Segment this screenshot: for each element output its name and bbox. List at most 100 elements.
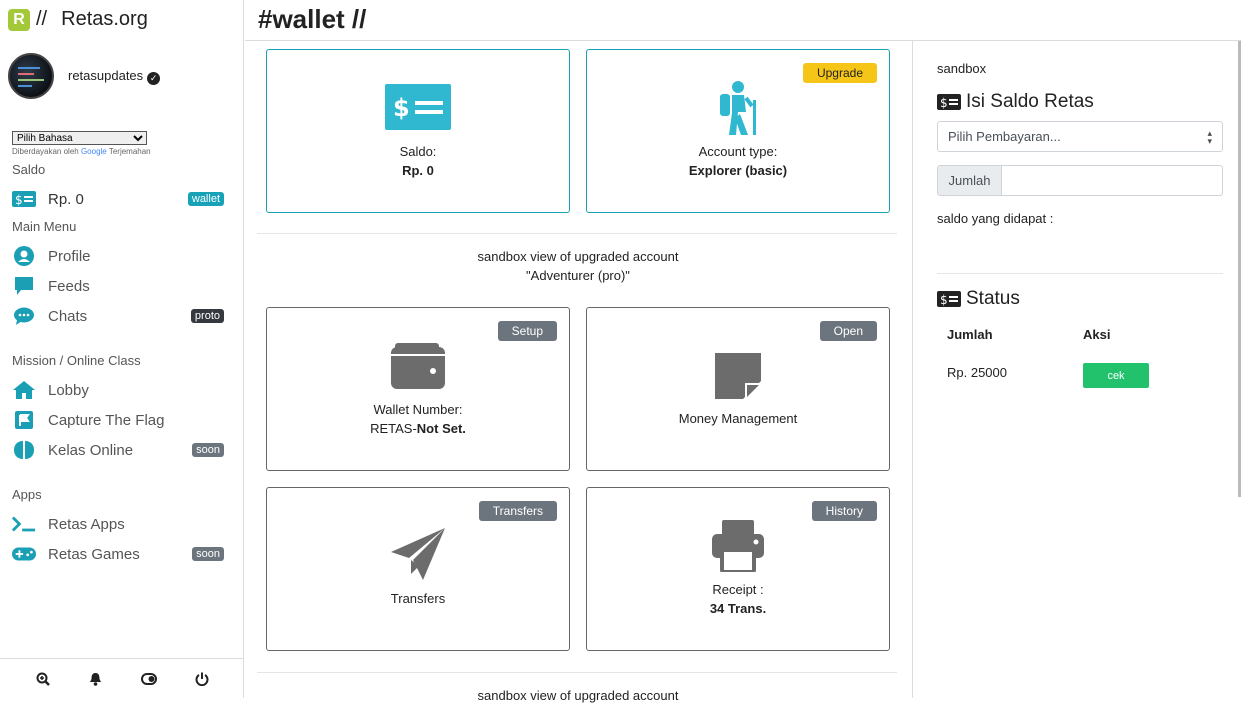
select-arrows-icon: ▴ ▾ xyxy=(1207,128,1212,146)
saldo-heading: Saldo xyxy=(12,162,46,177)
printer-icon xyxy=(712,520,764,576)
verified-check-icon: ✓ xyxy=(147,71,161,85)
payment-method-select[interactable]: Pilih Pembayaran... ▴ ▾ xyxy=(937,121,1223,152)
saldo-card: $ Saldo: Rp. 0 xyxy=(266,49,570,213)
user-profile[interactable]: retasupdates ✓ xyxy=(8,53,161,99)
power-icon[interactable] xyxy=(193,670,211,688)
open-button[interactable]: Open xyxy=(819,321,877,341)
brain-icon xyxy=(12,440,36,460)
hiker-icon xyxy=(716,80,760,140)
account-card: Upgrade Account type: Explorer (basic) xyxy=(586,49,890,213)
language-selector: Pilih Bahasa Diberdayakan oleh Google Te… xyxy=(12,126,151,156)
retas-logo: R xyxy=(8,8,30,31)
proto-badge: proto xyxy=(190,309,224,323)
received-balance-label: saldo yang didapat : xyxy=(937,211,1054,226)
sidebar-item-retas-apps[interactable]: Retas Apps xyxy=(12,512,224,536)
sidebar-item-lobby[interactable]: Lobby xyxy=(12,378,224,402)
wallet-number-card: Setup Wallet Number: RETAS-Not Set. xyxy=(266,307,570,471)
sandbox-note: sandbox view of upgraded account "Advent… xyxy=(477,249,679,283)
topup-title: $ Isi Saldo Retas xyxy=(937,91,1094,113)
money-management-card: Open Money Management xyxy=(586,307,890,471)
svg-text:$: $ xyxy=(393,94,410,122)
sticky-note-icon xyxy=(715,353,761,403)
receipt-value: 34 Trans. xyxy=(709,601,767,616)
terminal-icon xyxy=(12,514,36,534)
comment-icon xyxy=(12,276,36,296)
divider xyxy=(257,233,897,234)
sidebar-item-label: Feeds xyxy=(48,277,90,295)
avatar xyxy=(8,53,54,99)
flag-icon xyxy=(12,410,36,430)
sidebar-item-kelas-online[interactable]: Kelas Online soon xyxy=(12,438,224,462)
money-card-icon: $ xyxy=(385,84,451,134)
sidebar-item-retas-games[interactable]: Retas Games soon xyxy=(12,542,224,566)
page-title: #wallet // xyxy=(258,4,367,34)
mission-heading: Mission / Online Class xyxy=(12,353,141,368)
upgrade-button[interactable]: Upgrade xyxy=(802,63,877,83)
soon-badge: soon xyxy=(192,443,224,457)
sidebar-item-label: Retas Apps xyxy=(48,515,125,533)
transfers-card: Transfers Transfers xyxy=(266,487,570,651)
svg-text:$: $ xyxy=(940,293,948,307)
brand-slash: // xyxy=(36,8,48,30)
sidebar-item-label: Lobby xyxy=(48,381,89,399)
wallet-icon xyxy=(391,343,445,393)
wallet-number-label: Wallet Number: xyxy=(373,402,463,417)
sandbox-label: sandbox xyxy=(937,61,987,76)
cek-button[interactable]: cek xyxy=(1083,363,1149,388)
toggle-icon[interactable] xyxy=(140,670,158,688)
home-icon xyxy=(12,380,36,400)
divider xyxy=(937,273,1223,274)
account-type-value: Explorer (basic) xyxy=(688,163,788,178)
history-button[interactable]: History xyxy=(811,501,877,521)
sidebar-item-profile[interactable]: Profile xyxy=(12,244,224,268)
sidebar-item-label: Capture The Flag xyxy=(48,411,165,429)
sidebar-item-feeds[interactable]: Feeds xyxy=(12,274,224,298)
amount-input[interactable] xyxy=(1002,165,1223,196)
gamepad-icon xyxy=(12,544,36,564)
table-header-aksi: Aksi xyxy=(1083,327,1111,342)
status-title: $ Status xyxy=(937,288,1020,310)
money-card-icon: $ xyxy=(12,189,36,209)
table-header-jumlah: Jumlah xyxy=(947,327,993,342)
sidebar-item-label: Chats xyxy=(48,307,88,325)
transfers-button[interactable]: Transfers xyxy=(478,501,557,521)
amount-input-group: Jumlah xyxy=(937,165,1223,196)
main-menu-heading: Main Menu xyxy=(12,219,77,234)
sidebar-bottom-bar xyxy=(0,658,244,698)
bell-icon[interactable] xyxy=(87,670,105,688)
saldo-label: Saldo: xyxy=(399,144,437,159)
amount-prefix: Jumlah xyxy=(937,165,1002,196)
user-circle-icon xyxy=(12,246,36,266)
topup-panel: sandbox $ Isi Saldo Retas Pilih Pembayar… xyxy=(912,41,1241,698)
brand[interactable]: R // Retas.org xyxy=(8,8,148,31)
chat-bubbles-icon xyxy=(12,306,36,326)
soon-badge: soon xyxy=(192,547,224,561)
apps-heading: Apps xyxy=(12,487,42,502)
money-card-icon: $ xyxy=(937,94,961,110)
sidebar-item-chats[interactable]: Chats proto xyxy=(12,304,224,328)
brand-name: Retas.org xyxy=(61,8,148,30)
language-select[interactable]: Pilih Bahasa xyxy=(12,131,147,145)
username: retasupdates ✓ xyxy=(68,68,161,85)
saldo-value: Rp. 0 xyxy=(402,163,434,178)
sidebar-item-label: Retas Games xyxy=(48,545,140,563)
sidebar-item-label: Profile xyxy=(48,247,91,265)
sidebar-saldo-value: Rp. 0 xyxy=(48,190,84,208)
transfers-label: Transfers xyxy=(390,591,446,606)
sidebar-item-ctf[interactable]: Capture The Flag xyxy=(12,408,224,432)
wallet-badge: wallet xyxy=(187,192,224,206)
sandbox-note-bottom: sandbox view of upgraded account xyxy=(477,688,679,703)
receipt-label: Receipt : xyxy=(712,582,764,597)
setup-button[interactable]: Setup xyxy=(497,321,557,341)
account-type-label: Account type: xyxy=(698,144,778,159)
status-row-amount: Rp. 25000 xyxy=(947,365,1007,380)
divider xyxy=(257,672,897,673)
search-plus-icon[interactable] xyxy=(34,670,52,688)
google-translate-credit: Diberdayakan oleh Google Terjemahan xyxy=(12,147,151,156)
wallet-number-value: RETAS-Not Set. xyxy=(370,421,466,436)
sidebar-item-saldo[interactable]: $ Rp. 0 wallet xyxy=(12,187,224,211)
sidebar: R // Retas.org retasupdates ✓ Pilih Bahas… xyxy=(0,0,244,698)
receipt-card: History Receipt : 34 Trans. xyxy=(586,487,890,651)
svg-text:$: $ xyxy=(15,193,23,207)
